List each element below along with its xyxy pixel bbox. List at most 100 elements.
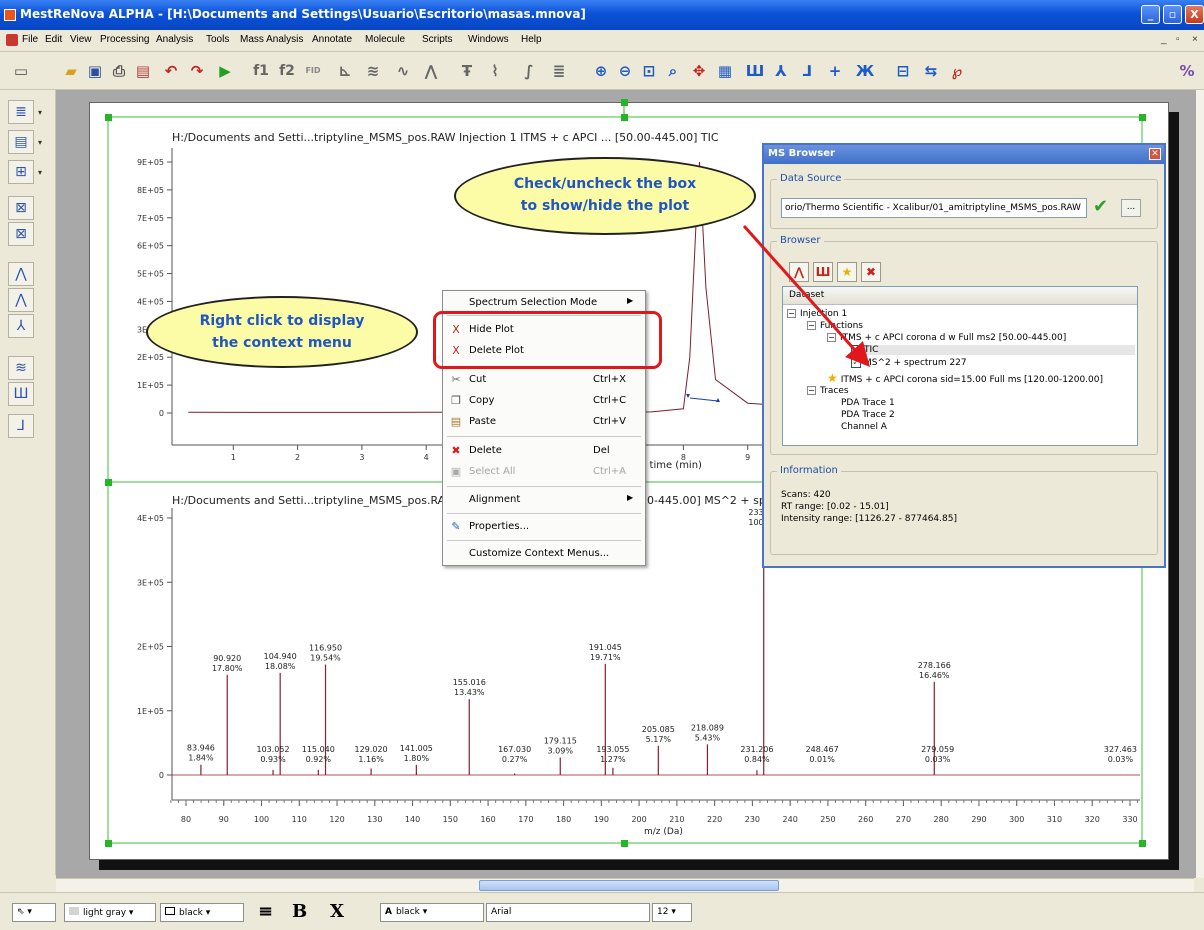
plot2-title-right: 0-445.00] MS^2 + sp — [647, 494, 766, 507]
tree-node-pda-trace-2[interactable]: PDA Trace 2 — [841, 410, 895, 420]
menu-item-spectrum-selection-mode[interactable]: Spectrum Selection Mode ▶ — [443, 293, 645, 313]
tree-node-ms2-spectrum[interactable]: ✓ MS^2 + spectrum 227 — [851, 358, 967, 368]
info-intensity-range: Intensity range: [1126.27 - 877464.85] — [781, 514, 957, 524]
plot1-peak-marker-1 — [686, 394, 690, 398]
plot2-x-tick-label: 330 — [1122, 815, 1137, 824]
scissors-icon: ✂ — [451, 373, 461, 386]
font-color-label: black — [395, 907, 420, 917]
peak-mz-label: 327.463 — [1104, 745, 1137, 754]
callout-check-box: Check/uncheck the box to show/hide the p… — [454, 157, 756, 235]
plot2-x-tick-label: 120 — [329, 815, 344, 824]
checkmark-icon[interactable]: ✔ — [1093, 196, 1108, 217]
pointer-tool[interactable]: ⇖ ▾ — [12, 903, 56, 922]
tree-node-label: PDA Trace 1 — [841, 398, 895, 408]
menu-item-shortcut: Ctrl+V — [593, 416, 627, 427]
peak-percent-label: 0.03% — [1108, 755, 1134, 764]
plot1-y-tick-label: 5E+05 — [137, 270, 164, 279]
data-source-label: Data Source — [777, 173, 845, 184]
plot2-x-tick-label: 250 — [820, 815, 835, 824]
menu-item-properties[interactable]: ✎ Properties... — [443, 517, 645, 537]
peak-mz-label: 193.055 — [596, 745, 629, 754]
menu-item-select-all[interactable]: ▣ Select All Ctrl+A — [443, 462, 645, 482]
menu-item-alignment[interactable]: Alignment ▶ — [443, 490, 645, 510]
font-name-select[interactable]: Arial — [486, 903, 650, 922]
peak-mz-label: 155.016 — [453, 678, 486, 687]
tree-node-functions[interactable]: − Functions — [807, 321, 863, 331]
menu-item-customize-context-menus[interactable]: Customize Context Menus... — [443, 544, 645, 564]
tree-node-label: PDA Trace 2 — [841, 410, 895, 420]
star-icon[interactable]: ★ — [837, 262, 857, 282]
bold-button[interactable]: B — [292, 901, 307, 922]
vertical-scrollbar[interactable] — [1196, 90, 1204, 878]
menu-item-copy[interactable]: ❐ Copy Ctrl+C — [443, 391, 645, 411]
peak-mz-label: 231.206 — [740, 745, 773, 754]
handle-tr-1[interactable] — [1139, 114, 1146, 121]
collapse-icon[interactable]: − — [787, 309, 796, 318]
font-color-select[interactable]: Ablack ▾ — [380, 903, 484, 922]
peak-percent-label: 16.46% — [919, 671, 950, 680]
highlight-box — [433, 311, 662, 369]
tree-node-itms-function[interactable]: − ITMS + c APCI corona d w Full ms2 [50.0… — [827, 333, 1066, 343]
ms2-checkbox[interactable]: ✓ — [851, 358, 861, 368]
tree-node-pda-trace-1[interactable]: PDA Trace 1 — [841, 398, 895, 408]
tree-node-channel-a[interactable]: Channel A — [841, 422, 887, 432]
collapse-icon[interactable]: − — [807, 321, 816, 330]
plot2-y-tick-label: 2E+05 — [137, 643, 164, 652]
remove-icon[interactable]: ✖ — [861, 262, 881, 282]
plot2-x-tick-label: 210 — [669, 815, 684, 824]
data-source-field[interactable]: orio/Thermo Scientific - Xcalibur/01_ami… — [781, 198, 1087, 218]
plot2-x-tick-label: 150 — [443, 815, 458, 824]
info-rt-range: RT range: [0.02 - 15.01] — [781, 502, 889, 512]
peak-mz-label: 83.946 — [187, 744, 215, 753]
spectrum-view-icon[interactable]: ⋀ — [789, 262, 809, 282]
fill-color-select[interactable]: light gray ▾ — [64, 903, 156, 922]
submenu-arrow-icon: ▶ — [627, 493, 634, 502]
tree-node-tic[interactable]: ✓ TIC — [851, 345, 1135, 355]
handle-tl-1[interactable] — [105, 114, 112, 121]
peak-percent-label: 18.08% — [265, 662, 296, 671]
align-left-icon[interactable]: ≡ — [258, 901, 273, 922]
handle-tc-1[interactable] — [621, 114, 628, 121]
handle-bl[interactable] — [105, 840, 112, 847]
collapse-icon[interactable]: − — [827, 333, 836, 342]
handle-bc[interactable] — [621, 840, 628, 847]
scroll-thumb[interactable] — [479, 880, 779, 891]
menu-item-cut[interactable]: ✂ Cut Ctrl+X — [443, 370, 645, 390]
tree-node-traces[interactable]: − Traces — [807, 386, 849, 396]
information-label: Information — [777, 465, 841, 476]
menu-item-paste[interactable]: ▤ Paste Ctrl+V — [443, 412, 645, 432]
horizontal-scrollbar[interactable] — [56, 878, 1194, 892]
fill-swatch — [69, 907, 79, 915]
peak-percent-label: 0.93% — [260, 755, 286, 764]
collapse-icon[interactable]: − — [807, 386, 816, 395]
browse-button[interactable]: ... — [1121, 199, 1141, 217]
menu-item-shortcut: Ctrl+C — [593, 395, 627, 406]
peak-percent-label: 1.27% — [600, 755, 626, 764]
plot2-y-tick-label: 4E+05 — [137, 514, 164, 523]
peak-mz-label: 167.030 — [498, 745, 531, 754]
tree-node-injection-1[interactable]: − Injection 1 — [787, 309, 847, 319]
plot2-x-tick-label: 110 — [292, 815, 307, 824]
menu-item-delete[interactable]: ✖ Delete Del — [443, 441, 645, 461]
subscript-button[interactable]: X — [330, 901, 344, 922]
peak-mz-label: 278.166 — [918, 661, 951, 670]
plot2-x-tick-label: 140 — [405, 815, 420, 824]
peak-mz-label: 191.045 — [589, 643, 622, 652]
font-size-select[interactable]: 12 ▾ — [652, 903, 692, 922]
submenu-arrow-icon: ▶ — [627, 296, 634, 305]
handle-ml[interactable] — [105, 479, 112, 486]
handle-br[interactable] — [1139, 840, 1146, 847]
peak-percent-label: 0.01% — [809, 755, 835, 764]
ms-browser-title: MS Browser — [764, 145, 1164, 164]
ms-browser-close-button[interactable]: ✕ — [1149, 148, 1161, 160]
peak-percent-label: 5.17% — [646, 735, 672, 744]
tree-node-itms-full[interactable]: ★ ITMS + c APCI corona sid=15.00 Full ms … — [827, 371, 1103, 385]
bar-view-icon[interactable]: Ш — [813, 262, 833, 282]
copy-icon: ❐ — [451, 394, 461, 407]
tree-node-label: ITMS + c APCI corona d w Full ms2 [50.00… — [840, 333, 1067, 343]
rotate-handle[interactable] — [621, 99, 628, 106]
line-color-select[interactable]: black ▾ — [160, 903, 244, 922]
plot2-x-tick-label: 190 — [594, 815, 609, 824]
dataset-tree[interactable]: Dataset − Injection 1 − Functions − ITMS + … — [782, 286, 1138, 446]
tic-checkbox[interactable]: ✓ — [851, 345, 861, 355]
